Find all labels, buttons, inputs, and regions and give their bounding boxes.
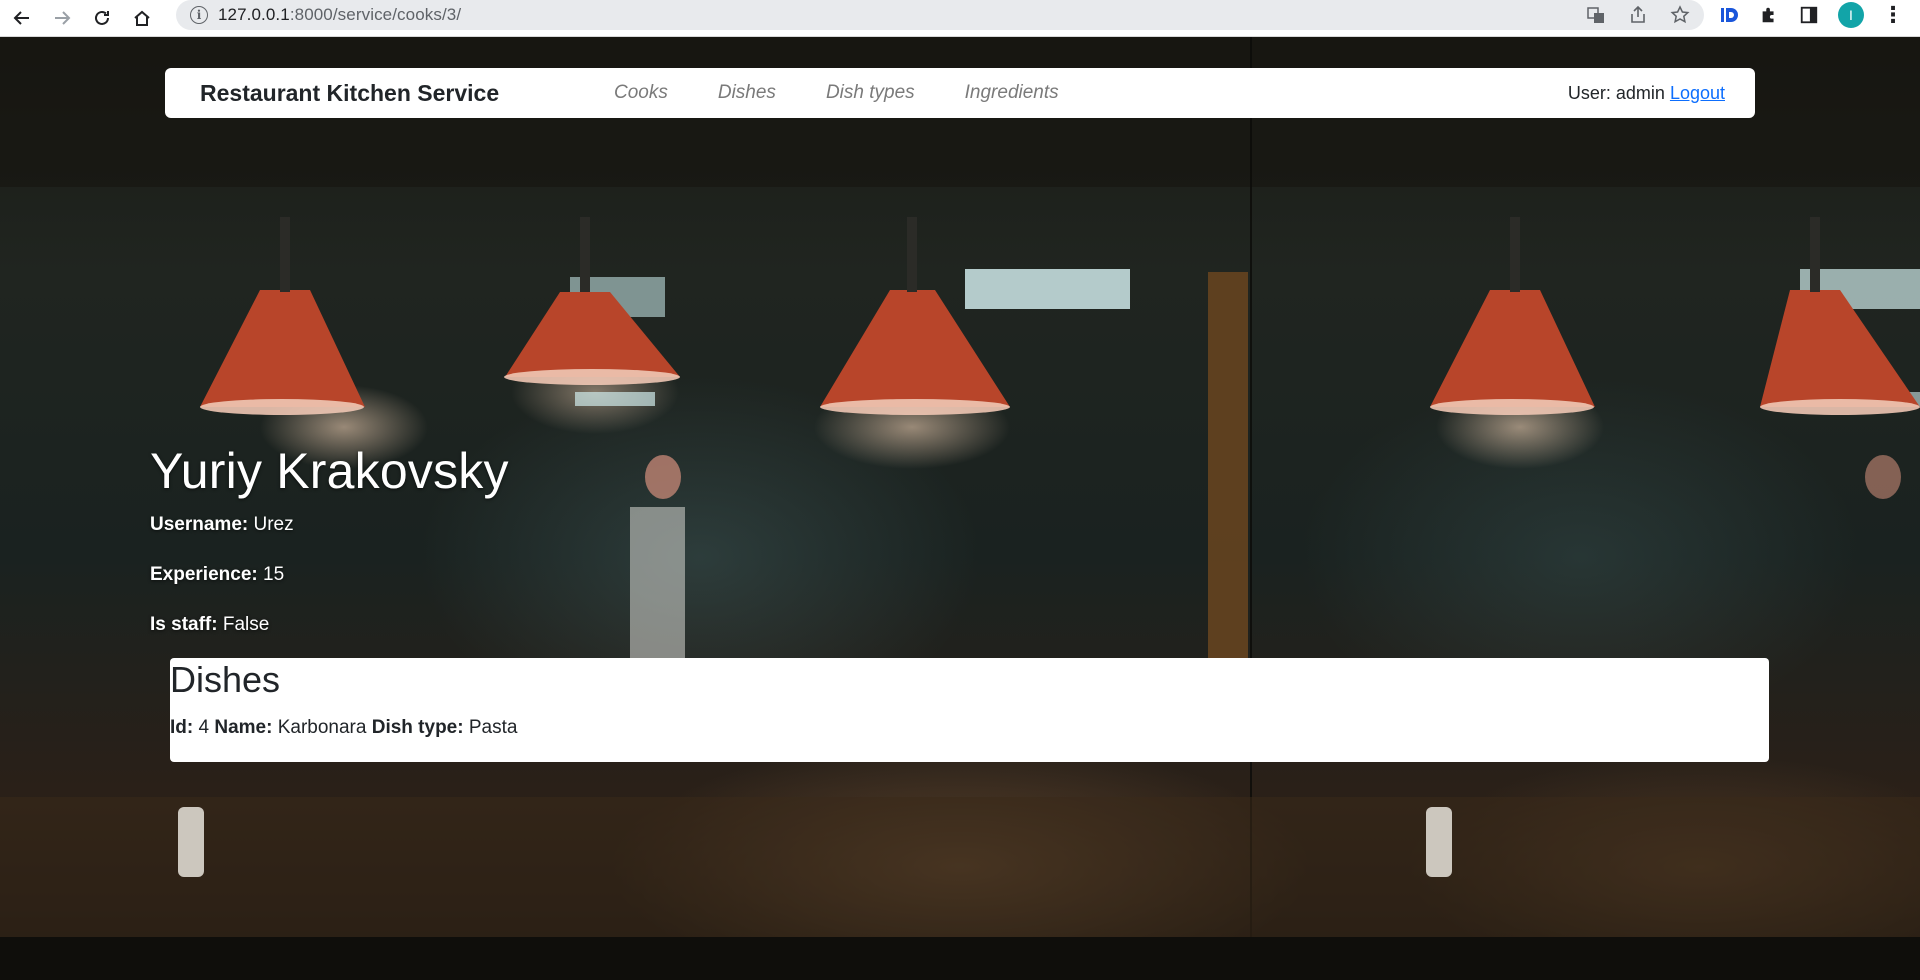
brand-title[interactable]: Restaurant Kitchen Service <box>200 80 499 107</box>
dishes-panel: Dishes Id: 4 Name: Karbonara Dish type: … <box>170 658 1769 762</box>
logout-link[interactable]: Logout <box>1670 83 1725 103</box>
site-navbar: Restaurant Kitchen Service Cooks Dishes … <box>165 68 1755 118</box>
nav-link-ingredients[interactable]: Ingredients <box>965 82 1059 104</box>
profile-avatar[interactable]: I <box>1838 2 1864 28</box>
cook-details: Yuriy Krakovsky Username: Urez Experienc… <box>150 442 509 664</box>
nav-link-cooks[interactable]: Cooks <box>614 82 668 104</box>
address-bar[interactable]: i 127.0.0.1:8000/service/cooks/3/ <box>176 0 1704 30</box>
page-background: Restaurant Kitchen Service Cooks Dishes … <box>0 37 1920 980</box>
browser-toolbar: i 127.0.0.1:8000/service/cooks/3/ I ⋮ <box>0 0 1920 37</box>
home-icon[interactable] <box>124 3 160 33</box>
cook-name: Yuriy Krakovsky <box>150 443 509 499</box>
nav-menu: Cooks Dishes Dish types Ingredients <box>614 82 1109 104</box>
nav-link-dishes[interactable]: Dishes <box>718 82 776 104</box>
share-icon[interactable] <box>1628 5 1648 25</box>
user-label: User: admin <box>1567 82 1665 103</box>
extensions-puzzle-icon[interactable] <box>1758 4 1780 26</box>
dish-item: Id: 4 Name: Karbonara Dish type: Pasta <box>170 717 518 738</box>
forward-icon[interactable] <box>44 3 80 33</box>
bookmark-star-icon[interactable] <box>1670 5 1690 25</box>
side-panel-icon[interactable] <box>1798 4 1820 26</box>
extension-d-icon[interactable] <box>1718 4 1740 26</box>
cook-username: Username: Urez <box>150 514 294 535</box>
browser-menu-icon[interactable]: ⋮ <box>1882 2 1904 27</box>
back-icon[interactable] <box>4 3 40 33</box>
nav-link-dish-types[interactable]: Dish types <box>826 82 915 104</box>
cook-experience: Experience: 15 <box>150 564 285 585</box>
dishes-heading: Dishes <box>170 659 281 700</box>
cook-is-staff: Is staff: False <box>150 614 270 635</box>
reload-icon[interactable] <box>84 3 120 33</box>
site-info-icon[interactable]: i <box>190 6 208 24</box>
url-text[interactable]: 127.0.0.1:8000/service/cooks/3/ <box>218 5 461 25</box>
translate-icon[interactable] <box>1586 5 1606 25</box>
user-area: User: admin Logout <box>1568 83 1725 104</box>
